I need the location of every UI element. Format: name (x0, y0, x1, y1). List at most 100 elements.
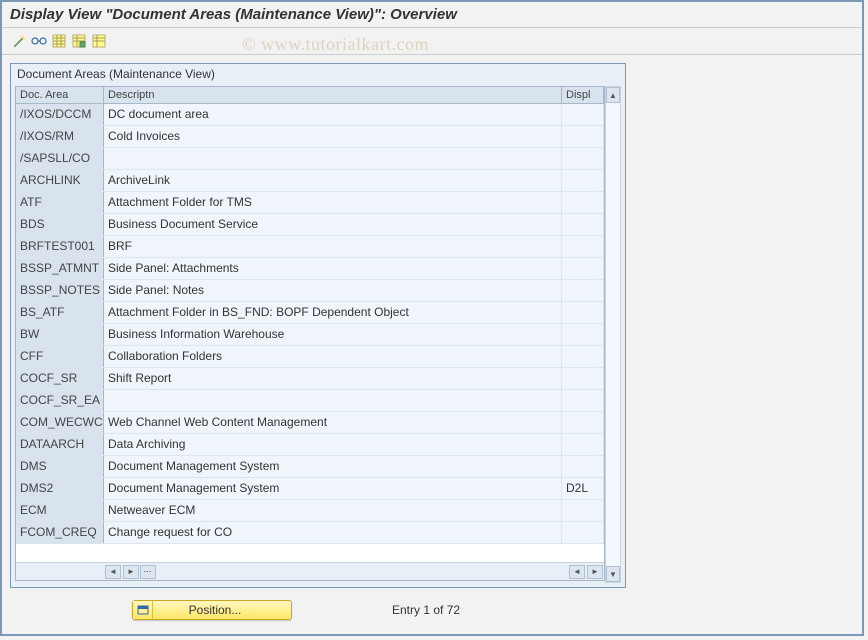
cell-display[interactable] (562, 236, 604, 257)
cell-display[interactable] (562, 126, 604, 147)
cell-display[interactable] (562, 324, 604, 345)
scroll-down-button[interactable]: ▼ (606, 566, 620, 582)
cell-description[interactable]: DC document area (104, 104, 562, 125)
cell-doc-area[interactable]: BW (16, 324, 104, 345)
cell-display[interactable] (562, 192, 604, 213)
col-description[interactable]: Descriptn (104, 87, 562, 103)
cell-doc-area[interactable]: BSSP_NOTES (16, 280, 104, 301)
table-row[interactable]: COCF_SRShift Report (16, 368, 604, 390)
table-icon[interactable] (50, 32, 68, 50)
cell-display[interactable] (562, 170, 604, 191)
cell-doc-area[interactable]: /IXOS/RM (16, 126, 104, 147)
cell-description[interactable]: Document Management System (104, 478, 562, 499)
cell-description[interactable]: Attachment Folder for TMS (104, 192, 562, 213)
cell-display[interactable] (562, 214, 604, 235)
table-row[interactable]: ATFAttachment Folder for TMS (16, 192, 604, 214)
cell-description[interactable]: Cold Invoices (104, 126, 562, 147)
cell-display[interactable] (562, 412, 604, 433)
cell-doc-area[interactable]: /SAPSLL/CO (16, 148, 104, 169)
cell-doc-area[interactable]: CFF (16, 346, 104, 367)
table-row[interactable]: BS_ATFAttachment Folder in BS_FND: BOPF … (16, 302, 604, 324)
cell-description[interactable]: Business Information Warehouse (104, 324, 562, 345)
cell-display[interactable] (562, 500, 604, 521)
table-row[interactable]: BWBusiness Information Warehouse (16, 324, 604, 346)
scroll-left-end-button[interactable]: ◄ (569, 565, 585, 579)
cell-description[interactable]: Side Panel: Notes (104, 280, 562, 301)
cell-description[interactable]: Web Channel Web Content Management (104, 412, 562, 433)
cell-description[interactable]: Shift Report (104, 368, 562, 389)
cell-doc-area[interactable]: BDS (16, 214, 104, 235)
cell-doc-area[interactable]: DATAARCH (16, 434, 104, 455)
table-row[interactable]: DMSDocument Management System (16, 456, 604, 478)
cell-description[interactable]: Data Archiving (104, 434, 562, 455)
table-row[interactable]: FCOM_CREQChange request for CO (16, 522, 604, 544)
cell-doc-area[interactable]: ARCHLINK (16, 170, 104, 191)
cell-description[interactable]: Document Management System (104, 456, 562, 477)
scroll-right-button[interactable]: ► (123, 565, 139, 579)
cell-display[interactable] (562, 522, 604, 543)
cell-display[interactable]: D2L (562, 478, 604, 499)
table-row[interactable]: COM_WECWCMWeb Channel Web Content Manage… (16, 412, 604, 434)
cell-display[interactable] (562, 390, 604, 411)
table-row[interactable]: BSSP_ATMNTSide Panel: Attachments (16, 258, 604, 280)
cell-display[interactable] (562, 302, 604, 323)
cell-doc-area[interactable]: /IXOS/DCCM (16, 104, 104, 125)
cell-display[interactable] (562, 280, 604, 301)
cell-description[interactable]: Netweaver ECM (104, 500, 562, 521)
table-row[interactable]: DMS2Document Management SystemD2L (16, 478, 604, 500)
cell-doc-area[interactable]: BSSP_ATMNT (16, 258, 104, 279)
cell-doc-area[interactable]: COCF_SR (16, 368, 104, 389)
scroll-config-button[interactable]: ⋯ (140, 565, 156, 579)
cell-description[interactable]: ArchiveLink (104, 170, 562, 191)
cell-description[interactable] (104, 390, 562, 411)
cell-doc-area[interactable]: ECM (16, 500, 104, 521)
cell-doc-area[interactable]: COCF_SR_EA (16, 390, 104, 411)
cell-display[interactable] (562, 456, 604, 477)
cell-description[interactable]: Change request for CO (104, 522, 562, 543)
table-row[interactable]: /IXOS/RMCold Invoices (16, 126, 604, 148)
table-row[interactable]: BDSBusiness Document Service (16, 214, 604, 236)
cell-doc-area[interactable]: DMS (16, 456, 104, 477)
cell-display[interactable] (562, 258, 604, 279)
cell-description[interactable] (104, 148, 562, 169)
cell-display[interactable] (562, 148, 604, 169)
cell-doc-area[interactable]: BS_ATF (16, 302, 104, 323)
vertical-scrollbar[interactable]: ▲ ▼ (605, 86, 621, 583)
cell-doc-area[interactable]: FCOM_CREQ (16, 522, 104, 543)
table-row[interactable]: ECMNetweaver ECM (16, 500, 604, 522)
page-title: Display View "Document Areas (Maintenanc… (2, 2, 862, 28)
table-row[interactable]: BRFTEST001BRF (16, 236, 604, 258)
col-display[interactable]: Displ (562, 87, 604, 103)
table-row[interactable]: DATAARCHData Archiving (16, 434, 604, 456)
position-button[interactable]: Position... (132, 600, 292, 620)
scroll-track[interactable] (606, 103, 620, 566)
cell-display[interactable] (562, 368, 604, 389)
cell-doc-area[interactable]: COM_WECWCM (16, 412, 104, 433)
cell-description[interactable]: Business Document Service (104, 214, 562, 235)
table-row[interactable]: CFFCollaboration Folders (16, 346, 604, 368)
scroll-left-button[interactable]: ◄ (105, 565, 121, 579)
cell-doc-area[interactable]: BRFTEST001 (16, 236, 104, 257)
table-view-icon[interactable] (90, 32, 108, 50)
table-row[interactable]: COCF_SR_EA (16, 390, 604, 412)
cell-display[interactable] (562, 434, 604, 455)
table-save-icon[interactable] (70, 32, 88, 50)
glasses-icon[interactable] (30, 32, 48, 50)
table-header: Doc. Area Descriptn Displ (16, 87, 604, 104)
cell-description[interactable]: Attachment Folder in BS_FND: BOPF Depend… (104, 302, 562, 323)
cell-doc-area[interactable]: ATF (16, 192, 104, 213)
col-doc-area[interactable]: Doc. Area (16, 87, 104, 103)
table-row[interactable]: /IXOS/DCCMDC document area (16, 104, 604, 126)
cell-display[interactable] (562, 346, 604, 367)
cell-description[interactable]: BRF (104, 236, 562, 257)
table-row[interactable]: BSSP_NOTESSide Panel: Notes (16, 280, 604, 302)
scroll-up-button[interactable]: ▲ (606, 87, 620, 103)
table-row[interactable]: /SAPSLL/CO (16, 148, 604, 170)
cell-description[interactable]: Side Panel: Attachments (104, 258, 562, 279)
wand-icon[interactable] (10, 32, 28, 50)
cell-doc-area[interactable]: DMS2 (16, 478, 104, 499)
cell-display[interactable] (562, 104, 604, 125)
table-row[interactable]: ARCHLINKArchiveLink (16, 170, 604, 192)
scroll-right-end-button[interactable]: ► (587, 565, 603, 579)
cell-description[interactable]: Collaboration Folders (104, 346, 562, 367)
